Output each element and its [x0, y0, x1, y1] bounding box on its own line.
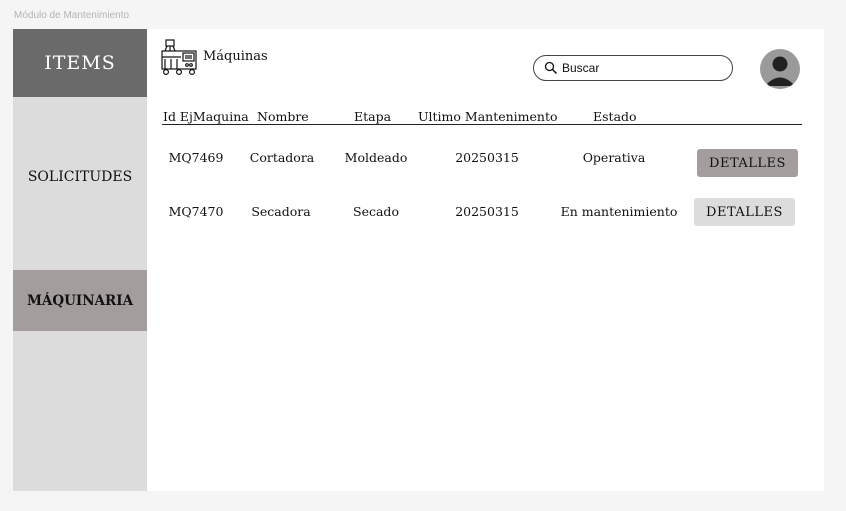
- page-title: Máquinas: [203, 49, 268, 64]
- search-icon: [544, 61, 558, 75]
- column-header-nombre: Nombre: [257, 109, 309, 124]
- cell-id: MQ7470: [168, 204, 224, 219]
- cell-ultimo-mantenimiento: 20250315: [455, 150, 519, 165]
- app-window: ITEMS SOLICITUDES MÁQUINARIA Máquinas Bu…: [13, 29, 824, 491]
- cell-nombre: Cortadora: [249, 150, 315, 165]
- cell-ultimo-mantenimiento: 20250315: [455, 204, 519, 219]
- column-header-id: Id EjMaquina: [163, 109, 249, 124]
- frame-title: Módulo de Mantenimiento: [14, 10, 130, 21]
- search-input[interactable]: [562, 61, 722, 75]
- cell-estado: En mantenimiento: [560, 204, 678, 219]
- sidebar-header: ITEMS: [13, 29, 147, 97]
- column-header-ultimo-mantenimiento: Ultimo Mantenimento: [418, 109, 558, 124]
- sidebar-item-label: SOLICITUDES: [27, 169, 133, 185]
- search-box[interactable]: [533, 55, 733, 81]
- cell-estado: Operativa: [582, 150, 646, 165]
- detalles-button[interactable]: DETALLES: [694, 198, 795, 226]
- table-header-divider: [162, 124, 802, 125]
- sidebar-item-label: MÁQUINARIA: [26, 292, 134, 309]
- column-header-estado: Estado: [593, 109, 637, 124]
- detalles-button[interactable]: DETALLES: [697, 149, 798, 177]
- avatar[interactable]: [760, 49, 800, 89]
- column-header-etapa: Etapa: [354, 109, 392, 124]
- sidebar-item-maquinaria[interactable]: MÁQUINARIA: [13, 270, 147, 331]
- user-icon: [765, 56, 795, 86]
- machine-icon: [161, 39, 197, 75]
- sidebar-item-solicitudes[interactable]: SOLICITUDES: [13, 149, 147, 205]
- cell-id: MQ7469: [168, 150, 224, 165]
- cell-nombre: Secadora: [251, 204, 311, 219]
- cell-etapa: Moldeado: [344, 150, 408, 165]
- cell-etapa: Secado: [353, 204, 399, 219]
- sidebar: ITEMS SOLICITUDES MÁQUINARIA: [13, 29, 147, 491]
